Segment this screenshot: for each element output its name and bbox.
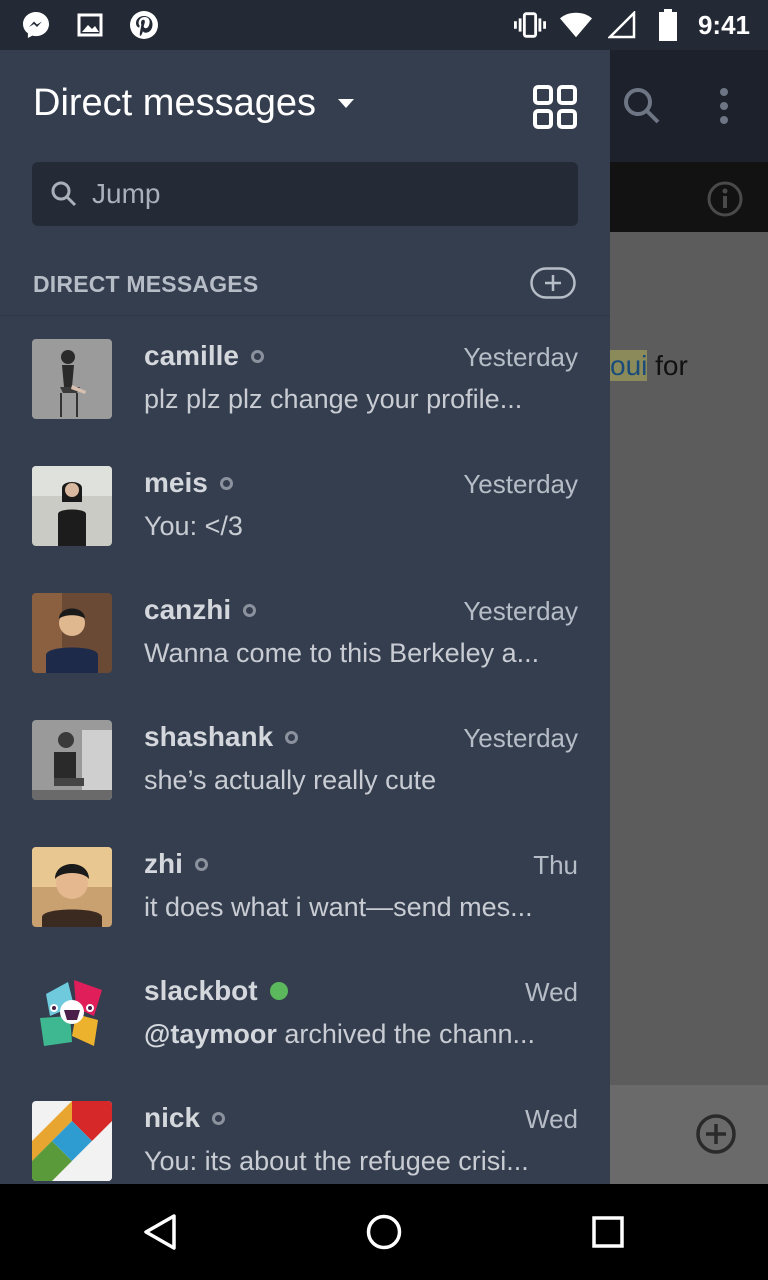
dm-time: Wed — [525, 1104, 578, 1134]
grid-view-icon[interactable] — [532, 84, 578, 130]
section-label: DIRECT MESSAGES — [33, 271, 259, 297]
direct-messages-section-header: DIRECT MESSAGES — [0, 255, 610, 316]
signal-icon — [606, 9, 638, 41]
dm-item-shashank[interactable]: shashank Yesterday she’s actually really… — [0, 699, 610, 826]
snippet-text: for — [647, 350, 688, 381]
dm-time: Wed — [525, 977, 578, 1007]
avatar — [32, 339, 112, 419]
avatar — [32, 593, 112, 673]
info-icon[interactable] — [706, 180, 744, 223]
home-icon[interactable] — [366, 1214, 402, 1255]
dm-preview: Wanna come to this Berkeley a... — [144, 638, 540, 668]
image-icon — [74, 9, 106, 41]
jump-search-box[interactable] — [32, 162, 578, 226]
background-message-snippet: oui for — [610, 350, 688, 382]
pinterest-icon — [128, 9, 160, 41]
dm-time: Yesterday — [463, 723, 578, 753]
dm-name-text: nick — [144, 1102, 201, 1133]
dm-name: camille — [144, 340, 264, 372]
avatar — [32, 1101, 112, 1181]
presence-away-icon — [212, 1111, 226, 1125]
dm-name-text: canzhi — [144, 594, 232, 625]
back-icon[interactable] — [140, 1212, 180, 1257]
dm-name-text: zhi — [144, 848, 183, 879]
dm-name: canzhi — [144, 594, 257, 626]
dm-item-nick[interactable]: nick Wed You: its about the refugee cris… — [0, 1080, 610, 1184]
dm-name-text: camille — [144, 340, 239, 371]
battery-icon — [652, 9, 684, 41]
dm-time: Yesterday — [463, 342, 578, 372]
dm-name: slackbot — [144, 975, 288, 1007]
add-icon[interactable] — [694, 1112, 738, 1161]
navigation-drawer: Direct messages DIRECT MESSAGES — [0, 50, 610, 1184]
search-icon[interactable] — [622, 86, 662, 131]
dm-name-text: slackbot — [144, 975, 258, 1006]
drawer-title-dropdown[interactable]: Direct messages — [33, 82, 354, 125]
dm-item-slackbot[interactable]: slackbot Wed @taymoor archived the chann… — [0, 953, 610, 1080]
dm-name-text: meis — [144, 467, 208, 498]
dm-item-meis[interactable]: meis Yesterday You: </3 — [0, 445, 610, 572]
presence-away-icon — [219, 476, 233, 490]
chevron-down-icon — [337, 99, 354, 108]
dm-name: nick — [144, 1102, 226, 1134]
wifi-icon — [559, 9, 592, 41]
recent-apps-icon[interactable] — [592, 1216, 624, 1253]
dm-time: Yesterday — [463, 469, 578, 499]
clock: 9:41 — [697, 9, 750, 40]
presence-away-icon — [194, 857, 208, 871]
dm-preview-text: archived the chann... — [276, 1019, 536, 1049]
dm-name: meis — [144, 467, 233, 499]
presence-away-icon — [250, 349, 264, 363]
system-navigation-bar — [0, 1184, 768, 1280]
dm-item-camille[interactable]: camille Yesterday plz plz plz change you… — [0, 318, 610, 445]
presence-away-icon — [285, 730, 299, 744]
dm-item-canzhi[interactable]: canzhi Yesterday Wanna come to this Berk… — [0, 572, 610, 699]
avatar — [32, 466, 112, 546]
avatar — [32, 974, 112, 1054]
messenger-icon — [20, 9, 52, 41]
dm-name-text: shashank — [144, 721, 274, 752]
dm-name: shashank — [144, 721, 299, 753]
dm-preview: You: its about the refugee crisi... — [144, 1146, 529, 1176]
dm-name: zhi — [144, 848, 208, 880]
presence-active-icon — [269, 982, 288, 1000]
direct-message-list: camille Yesterday plz plz plz change you… — [0, 318, 610, 1184]
status-bar: 9:41 — [0, 0, 768, 50]
dm-time: Yesterday — [463, 596, 578, 626]
dm-preview: it does what i want—send mes... — [144, 892, 533, 922]
presence-away-icon — [243, 603, 257, 617]
dm-item-zhi[interactable]: zhi Thu it does what i want—send mes... — [0, 826, 610, 953]
search-icon — [50, 180, 78, 208]
highlighted-text: oui — [610, 350, 648, 381]
jump-search-input[interactable] — [90, 177, 534, 211]
avatar — [32, 847, 112, 927]
dm-preview: she’s actually really cute — [144, 765, 437, 795]
drawer-title: Direct messages — [33, 82, 316, 124]
dm-preview: @taymoor archived the chann... — [144, 1019, 578, 1050]
vibrate-icon — [513, 9, 546, 41]
dm-preview: plz plz plz change your profile... — [144, 384, 523, 414]
mention: @taymoor — [144, 1019, 277, 1049]
more-options-icon[interactable] — [712, 86, 736, 131]
add-direct-message-icon[interactable] — [530, 267, 576, 299]
dm-time: Thu — [533, 850, 578, 880]
drawer-header: Direct messages — [0, 50, 610, 162]
avatar — [32, 720, 112, 800]
dm-preview: You: </3 — [144, 511, 243, 541]
